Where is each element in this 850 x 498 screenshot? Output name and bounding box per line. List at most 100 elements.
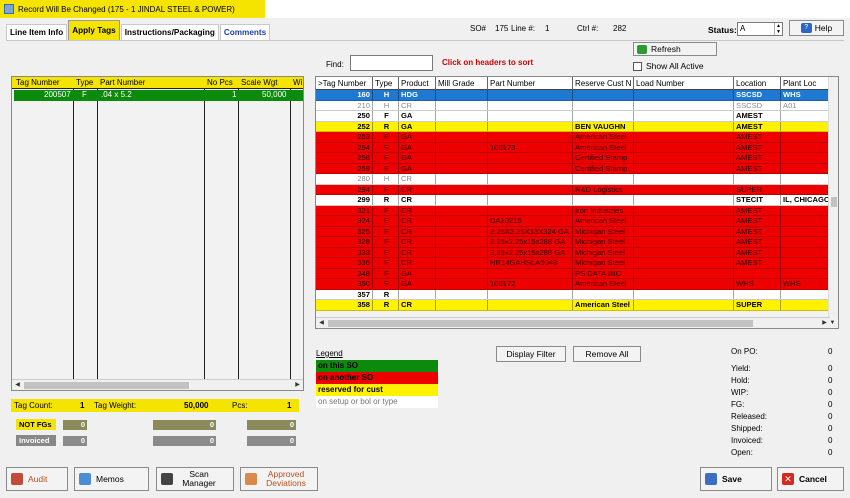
table-row[interactable]: 258 F GA Certified Stamp AMEST xyxy=(316,153,830,164)
table-row[interactable]: 253 F GA American Steel AMEST xyxy=(316,132,830,143)
table-row[interactable]: 259 F GA Certified Stamp AMEST xyxy=(316,163,830,174)
cell-product: CR xyxy=(399,100,436,110)
header-tag-number[interactable]: Tag Number xyxy=(16,78,60,87)
cell-loc: SUPER xyxy=(734,300,781,310)
header-tag-number[interactable]: >Tag Number xyxy=(316,77,373,90)
approved-deviations-button[interactable]: Approved Deviations xyxy=(240,467,318,491)
table-row[interactable]: 321 F CR Iron Industries AMEST xyxy=(316,205,830,216)
cell-product: GA xyxy=(399,132,436,142)
refresh-button[interactable]: Refresh xyxy=(633,42,717,56)
table-row[interactable]: 252 R GA BEN VAUGHN AMEST xyxy=(316,121,830,132)
show-all-active-checkbox[interactable]: Show All Active xyxy=(633,61,704,71)
table-row[interactable]: 348 F GA PS DATA INC xyxy=(316,268,830,279)
header-scale-wgt[interactable]: Scale Wgt xyxy=(241,78,277,87)
header-reserve-cust[interactable]: Reserve Cust N xyxy=(573,77,634,90)
tab-comments[interactable]: Comments xyxy=(219,24,271,40)
tab-instructions-packaging[interactable]: Instructions/Packaging xyxy=(120,24,219,40)
header-load-number[interactable]: Load Number xyxy=(634,77,734,90)
save-button[interactable]: Save xyxy=(700,467,772,491)
scan-manager-button[interactable]: Scan Manager xyxy=(156,467,234,491)
cell-loc: AMEST xyxy=(734,163,781,173)
table-row[interactable]: 280 H CR xyxy=(316,174,830,185)
cell-type: F xyxy=(373,205,399,215)
status-select[interactable]: A ▲ ▼ xyxy=(737,22,783,36)
table-row[interactable]: 324 F CR DA10215 American Steel AMEST xyxy=(316,216,830,227)
cell-load xyxy=(634,226,734,236)
cell-load xyxy=(634,247,734,257)
cell-tag: 258 xyxy=(316,153,373,163)
header-no-pcs[interactable]: No Pcs xyxy=(207,78,233,87)
line-value: 1 xyxy=(545,24,550,33)
scroll-down-icon[interactable]: ▼ xyxy=(827,318,838,328)
header-part-number[interactable]: Part Number xyxy=(488,77,573,90)
horizontal-scrollbar[interactable]: ◀ ▶ xyxy=(12,379,303,390)
cell-tag: 336 xyxy=(316,258,373,268)
header-product[interactable]: Product xyxy=(399,77,436,90)
cell-cust: Certified Stamp xyxy=(573,163,634,173)
cell-mill xyxy=(436,195,488,205)
header-mill-grade[interactable]: Mill Grade xyxy=(436,77,488,90)
save-icon xyxy=(705,473,717,485)
cell-part xyxy=(488,184,573,194)
scroll-left-icon[interactable]: ◀ xyxy=(316,318,327,328)
header-part-number[interactable]: Part Number xyxy=(100,78,145,87)
cell-load xyxy=(634,279,734,289)
header-type[interactable]: Type xyxy=(76,78,93,87)
table-row[interactable]: 350 F GA 100172 American Steel WHS WHS xyxy=(316,279,830,290)
memo-icon xyxy=(79,473,91,485)
tab-line-item-info[interactable]: Line Item Info xyxy=(6,24,68,40)
stat-value: 0 xyxy=(828,448,833,457)
table-row[interactable]: 200507 F .04 x 5.2 1 50,000 xyxy=(14,90,303,101)
table-row[interactable]: 254 F GA 100173 American Steel AMEST xyxy=(316,142,830,153)
cell-loc: AMEST xyxy=(734,142,781,152)
table-row[interactable]: 299 R CR STECIT IL, CHICAGO xyxy=(316,195,830,206)
table-row[interactable]: 250 F GA AMEST xyxy=(316,111,830,122)
available-tags-grid[interactable]: >Tag Number Type Product Mill Grade Part Num… xyxy=(315,76,839,329)
cell-type: R xyxy=(373,300,399,310)
header-type[interactable]: Type xyxy=(373,77,399,90)
audit-button[interactable]: Audit xyxy=(6,467,68,491)
cell-loc: STECIT xyxy=(734,195,781,205)
assigned-tags-grid[interactable]: Tag Number Type Part Number No Pcs Scale… xyxy=(11,76,304,391)
cell-product: GA xyxy=(399,279,436,289)
cell-loc: SSCSD xyxy=(734,90,781,100)
display-filter-button[interactable]: Display Filter xyxy=(496,346,566,362)
table-row[interactable]: 325 F CR 2.25X2.25X13X324 GA Michigan Steel A… xyxy=(316,226,830,237)
cell-tag: 280 xyxy=(316,174,373,184)
cell-type: F xyxy=(373,132,399,142)
help-button[interactable]: ? Help xyxy=(789,20,844,36)
find-input[interactable] xyxy=(350,55,433,71)
cell-part xyxy=(488,163,573,173)
remove-all-button[interactable]: Remove All xyxy=(573,346,641,362)
cell-loc: AMEST xyxy=(734,153,781,163)
cell-type: R xyxy=(373,289,399,299)
horizontal-scrollbar[interactable]: ◀ ▶ xyxy=(316,317,830,328)
cell-part: DA10215 xyxy=(488,216,573,226)
table-row[interactable]: 333 F CR 2.25x2.25x15x288 GA Michigan Steel A… xyxy=(316,247,830,258)
cell-plant xyxy=(781,121,830,131)
cell-plant xyxy=(781,184,830,194)
cell-part: 100172 xyxy=(488,279,573,289)
header-location[interactable]: Location xyxy=(734,77,781,90)
table-row[interactable]: 294 F CR R&D Logistics SUPER xyxy=(316,184,830,195)
table-row[interactable]: 357 R xyxy=(316,289,830,300)
cell-plant xyxy=(781,258,830,268)
scroll-left-icon[interactable]: ◀ xyxy=(12,380,23,390)
scroll-right-icon[interactable]: ▶ xyxy=(292,380,303,390)
memos-button[interactable]: Memos xyxy=(74,467,149,491)
tab-apply-tags[interactable]: Apply Tags xyxy=(68,20,120,40)
left-grid-header: Tag Number Type Part Number No Pcs Scale… xyxy=(12,77,303,89)
table-row[interactable]: 210 H CR SSCSD A01 xyxy=(316,100,830,111)
table-row[interactable]: 160 H HDG SSCSD WHS xyxy=(316,90,830,101)
table-row[interactable]: 328 F CR 2.25x2.25x15x288 GA Michigan Steel A… xyxy=(316,237,830,248)
header-wi[interactable]: Wi xyxy=(293,78,302,87)
table-row[interactable]: 336 F CR HR14GAHSLA5048 Michigan Steel AMEST xyxy=(316,258,830,269)
vertical-scrollbar[interactable] xyxy=(828,77,838,317)
header-plant-loc[interactable]: Plant Loc xyxy=(781,77,830,90)
spinner-icon[interactable]: ▲ ▼ xyxy=(774,23,782,35)
cell-type: H xyxy=(373,90,399,100)
checkbox-icon[interactable] xyxy=(633,61,642,71)
cell-plant: WHS xyxy=(781,279,830,289)
cancel-button[interactable]: ✕ Cancel xyxy=(777,467,844,491)
table-row[interactable]: 358 R CR American Steel SUPER xyxy=(316,300,830,311)
